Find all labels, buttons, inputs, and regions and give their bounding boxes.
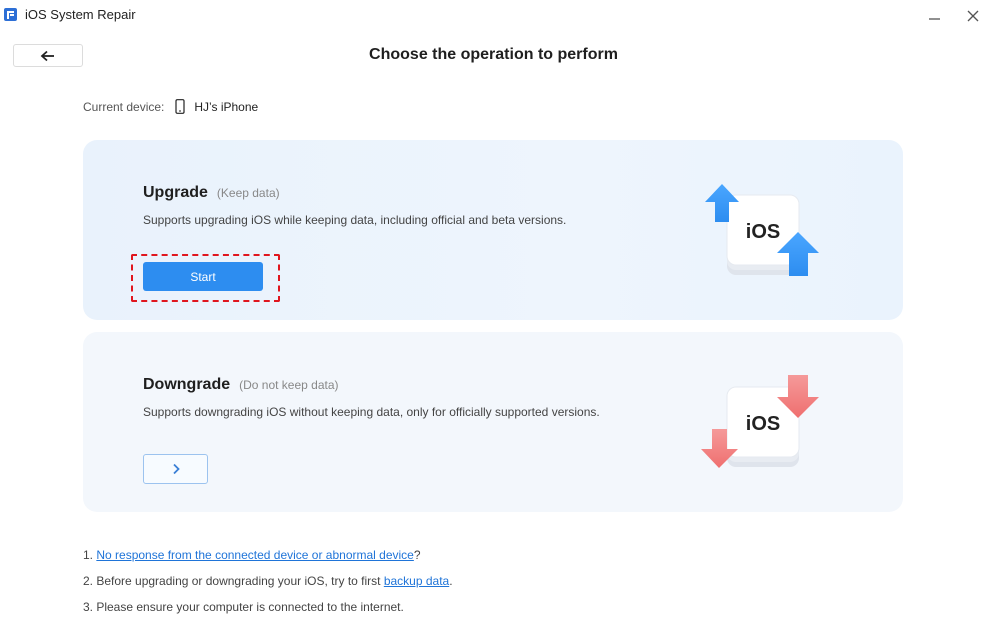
upgrade-tag: (Keep data) xyxy=(216,186,280,200)
note-2-suffix: . xyxy=(449,574,453,588)
note-3: 3. Please ensure your computer is connec… xyxy=(83,600,404,614)
no-response-link[interactable]: No response from the connected device or… xyxy=(96,548,414,562)
downgrade-title-row: Downgrade (Do not keep data) xyxy=(143,376,339,394)
note-1-suffix: ? xyxy=(413,548,421,562)
minimize-icon[interactable] xyxy=(927,8,943,24)
ios-label: iOS xyxy=(746,221,780,243)
chevron-right-icon xyxy=(172,463,180,475)
close-icon[interactable] xyxy=(965,8,981,24)
phone-icon xyxy=(175,99,185,114)
window-title: iOS System Repair xyxy=(25,7,136,22)
page-title: Choose the operation to perform xyxy=(369,46,618,63)
downgrade-title: Downgrade xyxy=(143,376,231,393)
device-name: HJ’s iPhone xyxy=(194,99,259,114)
note-2: 2. Before upgrading or downgrading your … xyxy=(83,574,453,600)
ios-label: iOS xyxy=(746,413,780,435)
upgrade-title-row: Upgrade (Keep data) xyxy=(143,184,280,202)
note-2-prefix: 2. Before upgrading or downgrading your … xyxy=(83,574,384,588)
upgrade-description: Supports upgrading iOS while keeping dat… xyxy=(143,213,567,227)
ios-downgrade-illustration: iOS xyxy=(701,375,819,468)
title-bar: iOS System Repair xyxy=(0,0,987,32)
help-notes: 1. No response from the connected device… xyxy=(83,548,453,626)
app-window: iOS System Repair Choose the operation t… xyxy=(0,0,987,634)
upgrade-card: Upgrade (Keep data) Supports upgrading i… xyxy=(83,140,903,320)
note-1-prefix: 1. xyxy=(83,548,97,562)
upgrade-title: Upgrade xyxy=(143,184,208,201)
start-button[interactable]: Start xyxy=(143,262,263,291)
downgrade-next-button[interactable] xyxy=(143,454,208,484)
ios-upgrade-illustration: iOS xyxy=(705,184,819,276)
downgrade-description: Supports downgrading iOS without keeping… xyxy=(143,405,600,419)
current-device-label: Current device: xyxy=(83,99,165,114)
note-1: 1. No response from the connected device… xyxy=(83,548,453,574)
downgrade-card: Downgrade (Do not keep data) Supports do… xyxy=(83,332,903,512)
backup-data-link[interactable]: backup data xyxy=(384,574,449,588)
downgrade-tag: (Do not keep data) xyxy=(239,378,339,392)
app-logo-icon xyxy=(4,8,17,21)
current-device-row: Current device: HJ’s iPhone xyxy=(83,99,258,114)
